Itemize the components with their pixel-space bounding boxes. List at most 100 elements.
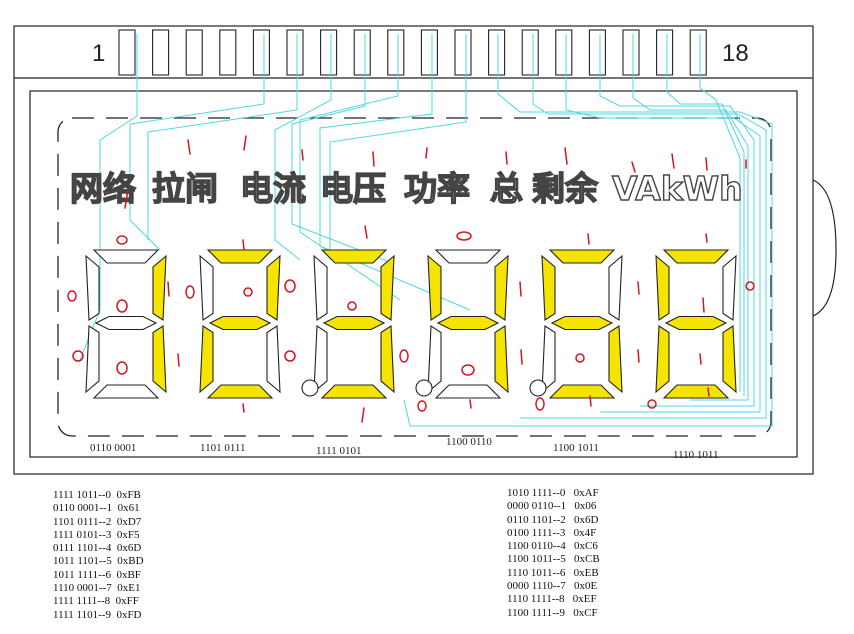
annotation-loop <box>116 235 128 245</box>
glass-outline <box>29 90 798 458</box>
annotation-loop <box>535 397 545 411</box>
annotation-loop <box>67 290 77 302</box>
segment-f <box>655 254 670 321</box>
annotation-loop <box>185 285 195 299</box>
segment-g <box>322 315 386 331</box>
icon-label-7: 剩余 <box>532 169 599 208</box>
connector-pin <box>488 29 506 76</box>
wire-trace <box>129 34 265 251</box>
annotation-stroke <box>301 149 304 161</box>
code-row: 1011 1111--6 0xBF <box>53 568 141 581</box>
connector-pin <box>320 29 338 76</box>
decimal-point <box>529 379 547 397</box>
annotation-stroke <box>671 153 675 169</box>
digit-4 <box>415 249 509 399</box>
annotation-stroke <box>705 233 708 243</box>
icon-label-3: 电流 <box>240 169 306 208</box>
segment-c <box>152 325 167 394</box>
segment-d <box>206 384 274 399</box>
code-row: 1011 1101--5 0xBD <box>53 555 144 568</box>
segment-e <box>199 325 214 394</box>
annotation-stroke <box>505 151 508 165</box>
connector-pins <box>118 29 707 76</box>
icon-row: 网络 拉闸 电流 电压 功率总剩余 VAkWh <box>69 168 743 208</box>
annotation-loop <box>284 350 296 362</box>
segment-f <box>199 254 214 321</box>
pin-first-label: 1 <box>92 40 106 67</box>
segment-b <box>608 254 623 321</box>
code-row: 0111 1101--4 0x6D <box>53 542 142 555</box>
annotation-stroke <box>242 239 245 251</box>
annotation-stroke <box>564 147 568 165</box>
annotation-loop <box>647 399 657 409</box>
segment-g <box>436 315 500 331</box>
segment-d <box>548 384 616 399</box>
annotation-stroke <box>242 403 245 413</box>
annotation-loop <box>461 364 475 376</box>
digit-6 <box>655 249 737 399</box>
segment-c <box>266 325 281 394</box>
icon-label-5: 功率 <box>404 169 470 208</box>
segment-f <box>541 254 556 321</box>
lcd-pinout-diagram: 网络 拉闸 电流 电压 功率总剩余 VAkWh 1 18 0110 0001 1101 0… <box>0 0 854 634</box>
code-row: 1110 1111--8 0xEF <box>507 593 597 606</box>
decimal-point <box>415 379 433 397</box>
segment-g <box>550 315 614 331</box>
annotation-loop <box>116 361 128 375</box>
segment-d <box>434 384 502 399</box>
annotation-stroke <box>243 135 247 151</box>
code-row: 1110 0001--7 0xE1 <box>53 582 141 595</box>
code-row: 1101 0111--2 0xD7 <box>53 515 142 528</box>
decimal-point <box>301 379 319 397</box>
connector-pin <box>555 29 573 76</box>
digit-bits-3: 1111 0101 <box>316 445 362 457</box>
segment-g <box>208 315 272 331</box>
digit-row <box>85 249 737 399</box>
connector-pin <box>219 29 237 76</box>
segment-a <box>92 249 160 264</box>
code-row: 1110 1011--6 0xEB <box>507 566 599 579</box>
connector-pin <box>656 29 674 76</box>
segment-c <box>608 325 623 394</box>
annotation-stroke <box>469 399 472 409</box>
segment-g <box>664 315 728 331</box>
segment-e <box>655 325 670 394</box>
annotation-stroke <box>702 297 705 313</box>
code-row: 0100 1111--3 0x4F <box>507 526 597 539</box>
connector-pin <box>353 29 371 76</box>
code-row: 1010 1111--0 0xAF <box>507 487 599 499</box>
digit-5 <box>529 249 623 399</box>
connector-pin <box>622 29 640 76</box>
digit-1 <box>85 249 167 399</box>
annotation-stroke <box>705 157 708 171</box>
annotation-stroke <box>637 349 640 363</box>
annotation-stroke <box>177 353 180 367</box>
segment-g <box>94 315 158 331</box>
segment-a <box>548 249 616 264</box>
annotation-loop <box>347 301 357 311</box>
segment-d <box>320 384 388 399</box>
annotation-loop <box>116 299 128 313</box>
wire-trace <box>403 34 773 427</box>
annotation-stroke <box>699 353 702 365</box>
segment-f <box>85 254 100 321</box>
connector-pin <box>152 29 170 76</box>
connector-pin <box>454 29 472 76</box>
annotation-loop <box>243 287 253 297</box>
wire-trace <box>291 34 391 263</box>
icon-label-6: 总 <box>490 169 523 208</box>
connector-pin <box>588 29 606 76</box>
code-row: 0000 0110--1 0x06 <box>507 500 597 513</box>
annotation-stroke <box>637 281 640 295</box>
digit-bits-2: 1101 0111 <box>200 442 246 454</box>
pin-last-label: 18 <box>722 40 749 67</box>
connector-pin <box>689 29 707 76</box>
segment-b <box>494 254 509 321</box>
code-row: 1111 1101--9 0xFD <box>53 608 142 621</box>
segment-e <box>85 325 100 394</box>
segment-f <box>313 254 328 321</box>
connector-pin <box>286 29 304 76</box>
segment-a <box>662 249 730 264</box>
segment-c <box>494 325 509 394</box>
digit-bits-6: 1110 1011 <box>673 449 719 461</box>
